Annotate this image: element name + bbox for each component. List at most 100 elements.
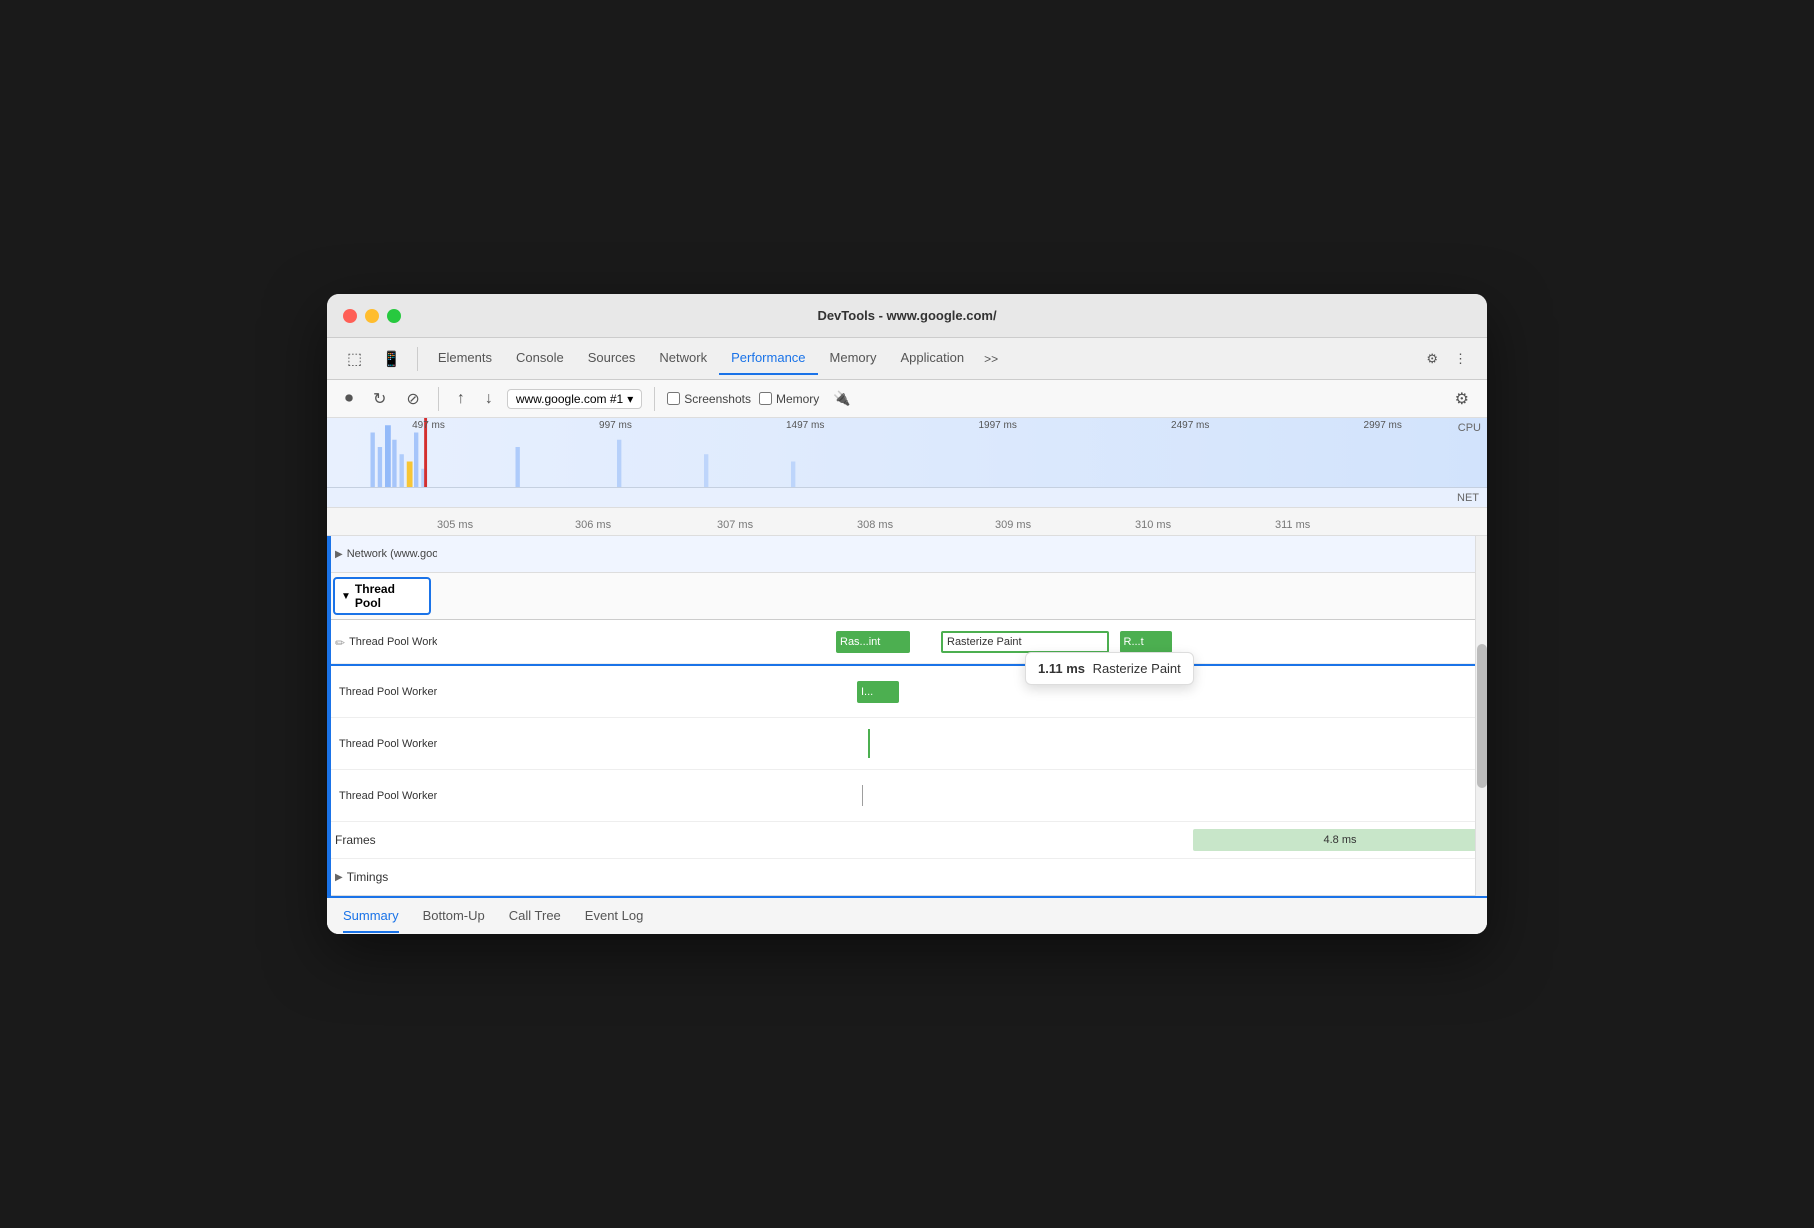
worker4-label-text: Thread Pool Worker 4 [339,790,437,802]
screenshots-checkbox-group: Screenshots [667,392,751,406]
frames-content: 4.8 ms [437,822,1487,858]
dropdown-arrow-icon: ▾ [627,392,633,406]
left-border [327,536,331,896]
frames-track[interactable]: Frames 4.8 ms [327,822,1487,859]
network-arrow-icon: ▶ [335,549,343,560]
perf-settings-button[interactable]: ⚙ [1449,386,1475,412]
screenshots-checkbox[interactable] [667,392,680,405]
timings-label-text: Timings [347,870,389,884]
clear-button[interactable]: ⊘ [400,386,425,412]
overview-ts-4: 1997 ms [979,420,1017,431]
minimize-button[interactable] [365,309,379,323]
overview-ts-3: 1497 ms [786,420,824,431]
tab-network[interactable]: Network [647,342,719,375]
rasterize-paint-label: Rasterize Paint [947,636,1022,648]
memory-checkbox-group: Memory [759,392,819,406]
settings-button[interactable]: ⚙ [1418,347,1446,371]
tab-event-log[interactable]: Event Log [585,900,644,933]
window-title: DevTools - www.google.com/ [817,308,996,323]
inspect-tool-button[interactable]: ⬚ [339,345,370,373]
scrollbar[interactable] [1475,536,1487,896]
worker1-label-text: Thread Pool Worker 1 [349,636,437,648]
timeline-container[interactable]: ▶ Network (www.google.com) ▼ Thread Pool [327,536,1487,896]
toolbar-separator [417,347,418,371]
tab-more-button[interactable]: >> [976,348,1006,370]
frames-block[interactable]: 4.8 ms [1193,829,1487,851]
tab-sources[interactable]: Sources [576,342,648,375]
download-button[interactable]: ↓ [479,387,499,411]
worker3-label-text: Thread Pool Worker 3 [339,738,437,750]
close-button[interactable] [343,309,357,323]
worker3-track[interactable]: Thread Pool Worker 3 [327,718,1487,770]
worker4-content [437,778,1487,814]
overview-ts-1: 497 ms [412,420,445,431]
more-options-button[interactable]: ⋮ [1446,347,1475,371]
rasterize-int-event[interactable]: Ras...int [836,631,910,653]
time-mark-3: 308 ms [857,519,893,531]
main-toolbar: ⬚ 📱 Elements Console Sources Network Per… [327,338,1487,380]
time-mark-5: 310 ms [1135,519,1171,531]
worker4-track[interactable]: Thread Pool Worker 4 [327,770,1487,822]
rasterize-t-event[interactable]: R...t [1120,631,1173,653]
maximize-button[interactable] [387,309,401,323]
rasterize-int-label: Ras...int [840,636,880,648]
worker1-content: Ras...int Rasterize Paint R...t 1.11 ms … [437,624,1487,660]
devtools-window: DevTools - www.google.com/ ⬚ 📱 Elements … [327,294,1487,934]
upload-button[interactable]: ↑ [451,387,471,411]
edit-icon[interactable]: ✏ [335,636,345,650]
time-ruler: 305 ms 306 ms 307 ms 308 ms 309 ms 310 m… [327,508,1487,536]
time-mark-0: 305 ms [437,519,473,531]
thread-pool-label[interactable]: ▼ Thread Pool [333,577,431,615]
tab-console[interactable]: Console [504,342,576,375]
tooltip-label: Rasterize Paint [1093,661,1181,676]
time-mark-1: 306 ms [575,519,611,531]
record-button[interactable]: ⏺ [339,387,359,411]
worker1-track[interactable]: ✏ Thread Pool Worker 1 Ras...int Rasteri… [327,620,1487,664]
network-throttle-icon[interactable]: 🔌 [827,387,856,410]
device-toolbar-button[interactable]: 📱 [374,346,409,372]
thread-pool-label-text: Thread Pool [355,582,423,610]
overview-ts-2: 997 ms [599,420,632,431]
tab-elements[interactable]: Elements [426,342,504,375]
cpu-overview: CPU [327,418,1487,487]
tab-summary[interactable]: Summary [343,900,399,933]
net-label: NET [1457,492,1479,504]
worker2-content: I... [437,674,1487,710]
reload-record-button[interactable]: ↻ [367,386,392,412]
worker4-label: Thread Pool Worker 4 [327,786,437,806]
time-mark-6: 311 ms [1275,519,1310,531]
frames-label-text: Frames [335,833,376,847]
memory-checkbox[interactable] [759,392,772,405]
timings-content [437,859,1487,895]
tooltip: 1.11 ms Rasterize Paint [1025,652,1194,685]
worker3-thin-line [868,729,870,758]
scrollbar-thumb[interactable] [1477,644,1487,788]
rasterize-paint-event[interactable]: Rasterize Paint [941,631,1109,653]
thread-pool-header-content [437,578,1487,614]
profile-name: www.google.com #1 [516,392,623,406]
overview-area[interactable]: CPU [327,418,1487,508]
screenshots-label: Screenshots [684,392,751,406]
worker2-label: Thread Pool Worker 2 [327,682,437,702]
tab-performance[interactable]: Performance [719,342,817,375]
frames-label: Frames [327,829,437,851]
worker1-label: ✏ Thread Pool Worker 1 [327,630,437,654]
rasterize-t-label: R...t [1124,636,1144,648]
tab-bottom-up[interactable]: Bottom-Up [423,900,485,933]
traffic-lights [343,309,401,323]
worker2-event[interactable]: I... [857,681,899,703]
memory-label: Memory [776,392,819,406]
tab-memory[interactable]: Memory [818,342,889,375]
network-track-content [437,536,1487,572]
timings-arrow-icon: ▶ [335,872,343,883]
network-track[interactable]: ▶ Network (www.google.com) [327,536,1487,573]
worker2-track[interactable]: Thread Pool Worker 2 I... [327,666,1487,718]
worker4-tiny-line [862,785,863,807]
tab-application[interactable]: Application [888,342,976,375]
profile-selector[interactable]: www.google.com #1 ▾ [507,389,642,409]
perf-sep2 [654,387,655,411]
timings-track[interactable]: ▶ Timings [327,859,1487,896]
performance-toolbar: ⏺ ↻ ⊘ ↑ ↓ www.google.com #1 ▾ Screenshot… [327,380,1487,418]
thread-pool-header-track[interactable]: ▼ Thread Pool [327,573,1487,620]
tab-call-tree[interactable]: Call Tree [509,900,561,933]
